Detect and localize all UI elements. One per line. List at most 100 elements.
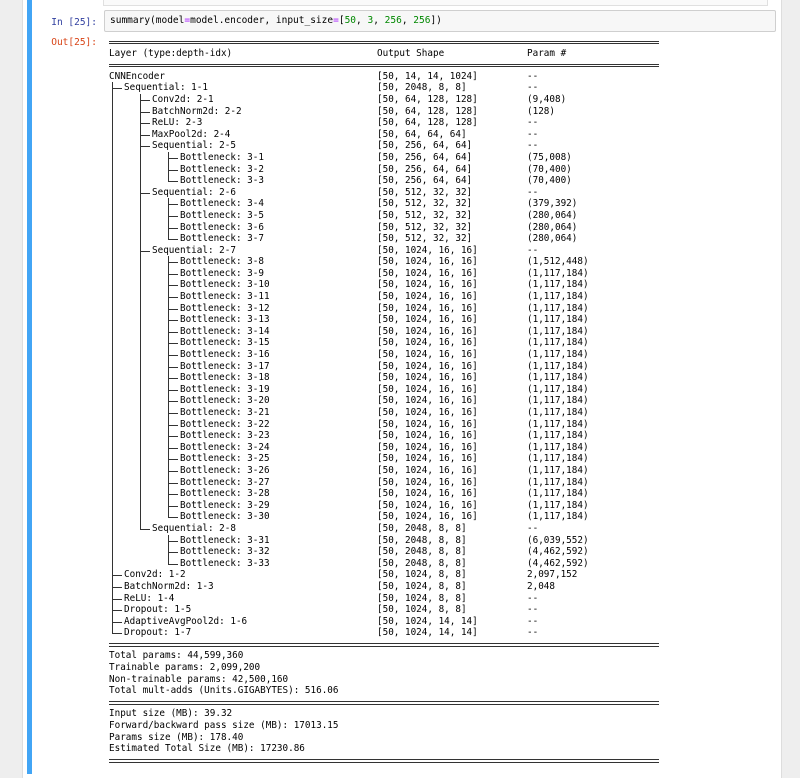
output-shape: [50, 1024, 16, 16] xyxy=(377,267,478,279)
output-shape: [50, 1024, 16, 16] xyxy=(377,476,478,488)
param-count: -- xyxy=(527,82,539,94)
layer-row: Bottleneck: 3-33 [50, 2048, 8, 8] (4,462,5… xyxy=(109,557,769,570)
param-count: (1,117,184) xyxy=(527,499,589,511)
layer-name: Bottleneck: 3-17 xyxy=(180,360,270,372)
layer-row: Bottleneck: 3-27 [50, 1024, 16, 16] (1,117… xyxy=(109,476,769,489)
layer-row: Bottleneck: 3-26 [50, 1024, 16, 16] (1,117… xyxy=(109,464,769,477)
layer-name: Bottleneck: 3-12 xyxy=(180,302,270,314)
header-output-shape: Output Shape xyxy=(377,47,445,59)
code-cell[interactable]: In [25]: summary(model=model.encoder, in… xyxy=(27,0,777,774)
layer-row: Bottleneck: 3-23 [50, 1024, 16, 16] (1,117… xyxy=(109,430,769,442)
param-count: (1,117,184) xyxy=(527,267,589,279)
total-line: Total mult-adds (Units.GIGABYTES): 516.0… xyxy=(109,685,339,697)
double-rule xyxy=(109,755,769,767)
output-shape: [50, 1024, 16, 16] xyxy=(377,244,478,256)
layer-name: Bottleneck: 3-16 xyxy=(180,349,270,361)
param-count: (9,408) xyxy=(527,93,567,105)
layer-name: Bottleneck: 3-25 xyxy=(180,453,270,465)
layer-name: Bottleneck: 3-23 xyxy=(180,430,270,442)
size-line: Input size (MB): 39.32 xyxy=(109,708,233,720)
layer-row: Bottleneck: 3-28 [50, 1024, 16, 16] (1,117… xyxy=(109,488,769,500)
layer-row: Sequential: 2-8 [50, 2048, 8, 8] -- xyxy=(109,522,769,535)
size-line: Forward/backward pass size (MB): 17013.1… xyxy=(109,720,339,732)
total-line: Non-trainable params: 42,500,160 xyxy=(109,673,289,685)
layer-name: AdaptiveAvgPool2d: 1-6 xyxy=(124,615,248,627)
param-count: (128) xyxy=(527,105,555,117)
layer-name: Bottleneck: 3-15 xyxy=(180,337,270,349)
param-count: -- xyxy=(527,615,539,627)
output-shape: [50, 14, 14, 1024] xyxy=(377,70,478,82)
code-sep: , xyxy=(401,15,414,26)
param-count: (280,064) xyxy=(527,221,578,233)
param-count: (1,117,184) xyxy=(527,325,589,337)
layer-name: Bottleneck: 3-7 xyxy=(180,233,264,245)
layer-name: Bottleneck: 3-33 xyxy=(180,557,270,569)
layer-name: ReLU: 2-3 xyxy=(152,117,203,129)
output-shape: [50, 1024, 8, 8] xyxy=(377,569,467,581)
layer-name: Bottleneck: 3-10 xyxy=(180,279,270,291)
param-count: -- xyxy=(527,140,539,152)
output-shape: [50, 1024, 16, 16] xyxy=(377,418,478,430)
layer-row: Bottleneck: 3-25 [50, 1024, 16, 16] (1,117… xyxy=(109,453,769,465)
layer-row: Conv2d: 1-2 [50, 1024, 8, 8] 2,097,152 xyxy=(109,569,769,581)
output-shape: [50, 64, 128, 128] xyxy=(377,93,478,105)
code-text[interactable]: summary(model=model.encoder, input_size=… xyxy=(110,15,442,27)
layer-row: Dropout: 1-5 [50, 1024, 8, 8] -- xyxy=(109,604,769,616)
layer-row: Bottleneck: 3-16 [50, 1024, 16, 16] (1,117… xyxy=(109,349,769,361)
layer-row: Bottleneck: 3-2 [50, 256, 64, 64] (70,400) xyxy=(109,163,769,176)
output-shape: [50, 1024, 16, 16] xyxy=(377,511,478,523)
layer-name: Bottleneck: 3-11 xyxy=(180,291,270,303)
layer-row: Bottleneck: 3-20 [50, 1024, 16, 16] (1,117… xyxy=(109,395,769,407)
output-shape: [50, 1024, 16, 16] xyxy=(377,395,478,407)
output-shape: [50, 2048, 8, 8] xyxy=(377,546,467,558)
layer-row: Bottleneck: 3-9 [50, 1024, 16, 16] (1,117,… xyxy=(109,267,769,280)
layer-name: Bottleneck: 3-18 xyxy=(180,372,270,384)
layer-name: Bottleneck: 3-28 xyxy=(180,488,270,500)
layer-row: Bottleneck: 3-22 [50, 1024, 16, 16] (1,117… xyxy=(109,418,769,431)
param-count: -- xyxy=(527,604,539,616)
layer-row: ReLU: 2-3 [50, 64, 128, 128] -- xyxy=(109,117,769,129)
double-rule xyxy=(109,697,769,709)
layer-name: Bottleneck: 3-4 xyxy=(180,198,264,210)
output-shape: [50, 1024, 16, 16] xyxy=(377,499,478,511)
layer-name: Sequential: 2-7 xyxy=(152,244,236,256)
output-prompt: Out[25]: xyxy=(51,37,97,48)
param-count: (1,117,184) xyxy=(527,314,589,326)
code-number: 256 xyxy=(413,15,431,26)
code-number: 256 xyxy=(384,15,402,26)
output-shape: [50, 1024, 16, 16] xyxy=(377,430,478,442)
layer-name: Bottleneck: 3-1 xyxy=(180,151,264,163)
output-shape: [50, 512, 32, 32] xyxy=(377,209,473,221)
layer-row: Bottleneck: 3-30 [50, 1024, 16, 16] (1,117… xyxy=(109,511,769,523)
output-shape: [50, 2048, 8, 8] xyxy=(377,82,467,94)
param-count: (1,117,184) xyxy=(527,383,589,395)
layer-name: Bottleneck: 3-29 xyxy=(180,499,270,511)
output-shape: [50, 256, 64, 64] xyxy=(377,163,473,175)
layer-row: Bottleneck: 3-10 [50, 1024, 16, 16] (1,117… xyxy=(109,279,769,292)
layer-row: ReLU: 1-4 [50, 1024, 8, 8] -- xyxy=(109,592,769,605)
output-shape: [50, 1024, 16, 16] xyxy=(377,337,478,349)
layer-row: Bottleneck: 3-8 [50, 1024, 16, 16] (1,512,… xyxy=(109,256,769,268)
output-shape: [50, 1024, 16, 16] xyxy=(377,291,478,303)
param-count: (1,117,184) xyxy=(527,430,589,442)
layer-row: Bottleneck: 3-11 [50, 1024, 16, 16] (1,117… xyxy=(109,291,769,303)
layer-name: Bottleneck: 3-30 xyxy=(180,511,270,523)
output-shape: [50, 512, 32, 32] xyxy=(377,198,473,210)
total-line: Total params: 44,599,360 xyxy=(109,650,244,662)
param-count: (1,117,184) xyxy=(527,453,589,465)
param-count: (1,117,184) xyxy=(527,349,589,361)
layer-name: Bottleneck: 3-24 xyxy=(180,441,270,453)
output-shape: [50, 256, 64, 64] xyxy=(377,175,473,187)
output-shape: [50, 1024, 16, 16] xyxy=(377,372,478,384)
layer-name: Bottleneck: 3-19 xyxy=(180,383,270,395)
layer-name: Sequential: 1-1 xyxy=(124,82,208,94)
notebook-panel: In [25]: summary(model=model.encoder, in… xyxy=(22,0,782,778)
output-shape: [50, 1024, 16, 16] xyxy=(377,488,478,500)
layer-row: Bottleneck: 3-14 [50, 1024, 16, 16] (1,117… xyxy=(109,325,769,338)
output-shape: [50, 1024, 16, 16] xyxy=(377,279,478,291)
layer-row: Bottleneck: 3-24 [50, 1024, 16, 16] (1,117… xyxy=(109,441,769,454)
code-input-area[interactable]: summary(model=model.encoder, input_size=… xyxy=(104,10,776,32)
output-shape: [50, 2048, 8, 8] xyxy=(377,557,467,569)
param-count: -- xyxy=(527,244,539,256)
layer-name: Bottleneck: 3-6 xyxy=(180,221,264,233)
